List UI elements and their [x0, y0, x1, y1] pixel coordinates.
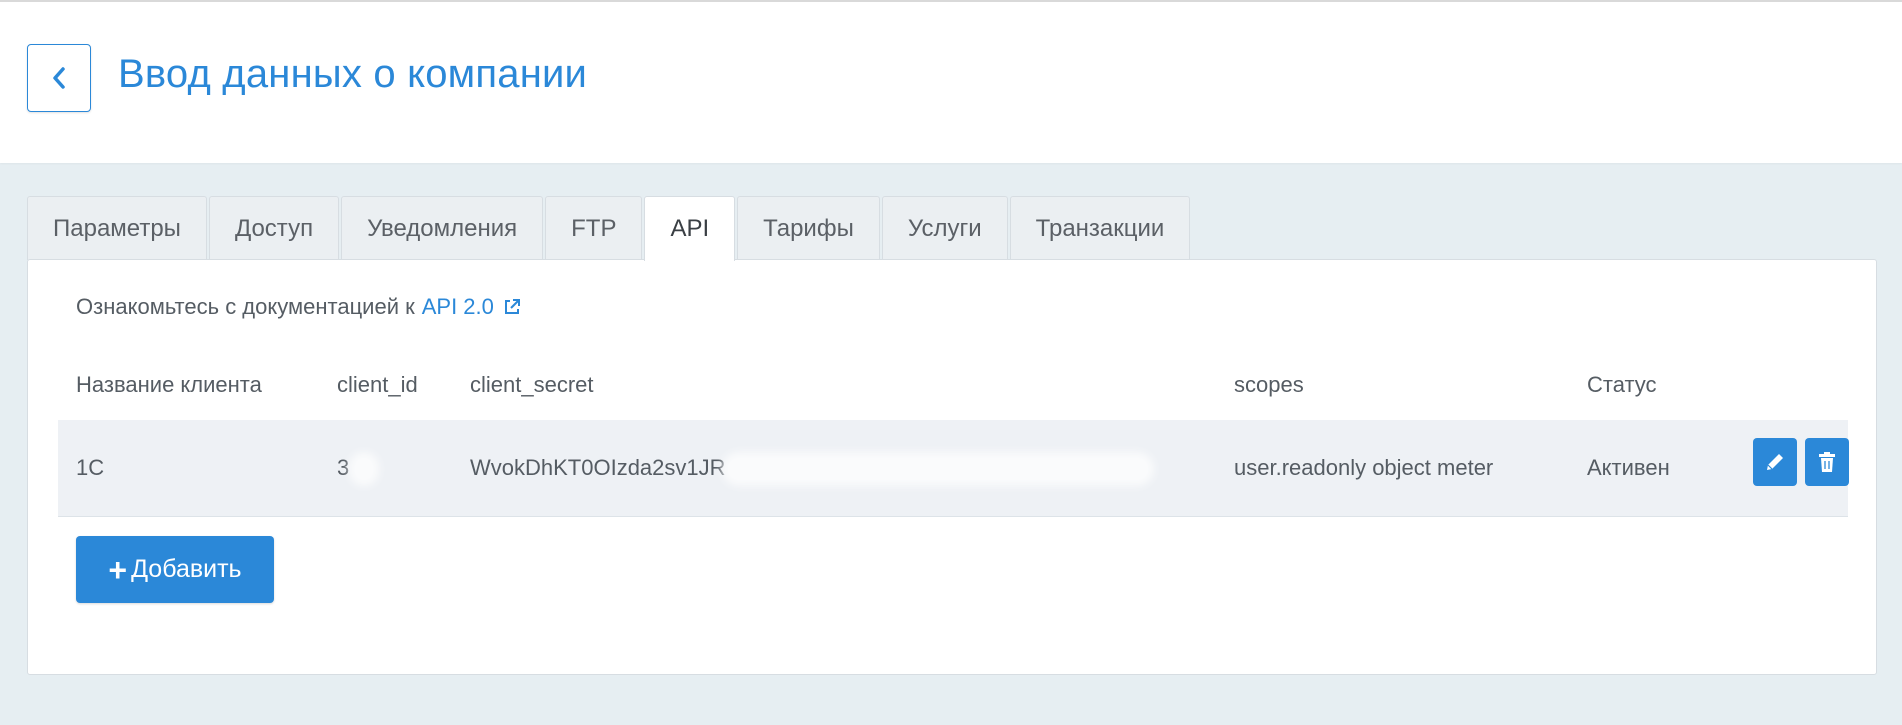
tab-ftp[interactable]: FTP	[545, 196, 643, 260]
add-button-label: Добавить	[131, 555, 242, 583]
tab-parameters[interactable]: Параметры	[27, 196, 207, 260]
page-header: Ввод данных о компании	[0, 0, 1902, 163]
cell-status: Активен	[1587, 455, 1670, 480]
header-client-id: client_id	[337, 372, 418, 397]
external-link-icon	[504, 299, 520, 314]
tab-access[interactable]: Доступ	[208, 196, 340, 260]
documentation-text: Ознакомьтесь с документацией к	[76, 294, 415, 319]
tab-transactions[interactable]: Транзакции	[1009, 196, 1191, 260]
table-row: 1C 3 WvokDhKT0OIzda2sv1JR user.readonly …	[58, 420, 1849, 517]
chevron-left-icon	[53, 67, 65, 89]
add-button[interactable]: + Добавить	[76, 536, 274, 603]
tab-bar: Параметры Доступ Уведомления FTP API Тар…	[27, 196, 1192, 261]
pencil-icon	[1767, 454, 1783, 470]
client-id-value: 3	[337, 455, 350, 480]
header-client-name: Название клиента	[76, 372, 262, 397]
tab-api[interactable]: API	[644, 196, 736, 261]
cell-client-name: 1C	[76, 455, 105, 480]
header-status: Статус	[1587, 372, 1657, 397]
cell-client-secret: WvokDhKT0OIzda2sv1JR	[470, 455, 1148, 481]
header-scopes: scopes	[1234, 372, 1304, 397]
api-docs-link-label: API 2.0	[421, 294, 494, 319]
delete-button[interactable]	[1805, 438, 1849, 486]
trash-icon	[1819, 452, 1835, 472]
client-secret-value: WvokDhKT0OIzda2sv1JR	[470, 455, 726, 480]
redaction-blur	[355, 458, 374, 481]
tab-services[interactable]: Услуги	[881, 196, 1008, 260]
documentation-note: Ознакомьтесь с документацией к API 2.0	[76, 294, 521, 320]
edit-button[interactable]	[1753, 438, 1797, 486]
api-panel: Ознакомьтесь с документацией к API 2.0 Н…	[27, 259, 1877, 675]
cell-client-id: 3	[337, 455, 374, 481]
cell-scopes: user.readonly object meter	[1234, 455, 1494, 480]
tab-tariffs[interactable]: Тарифы	[737, 196, 880, 260]
back-button[interactable]	[27, 44, 91, 112]
redaction-blur	[727, 458, 1148, 481]
page-title: Ввод данных о компании	[118, 52, 588, 96]
header-client-secret: client_secret	[470, 372, 594, 397]
api-docs-link[interactable]: API 2.0	[422, 294, 521, 320]
plus-icon: +	[108, 551, 128, 588]
tab-notifications[interactable]: Уведомления	[341, 196, 544, 260]
